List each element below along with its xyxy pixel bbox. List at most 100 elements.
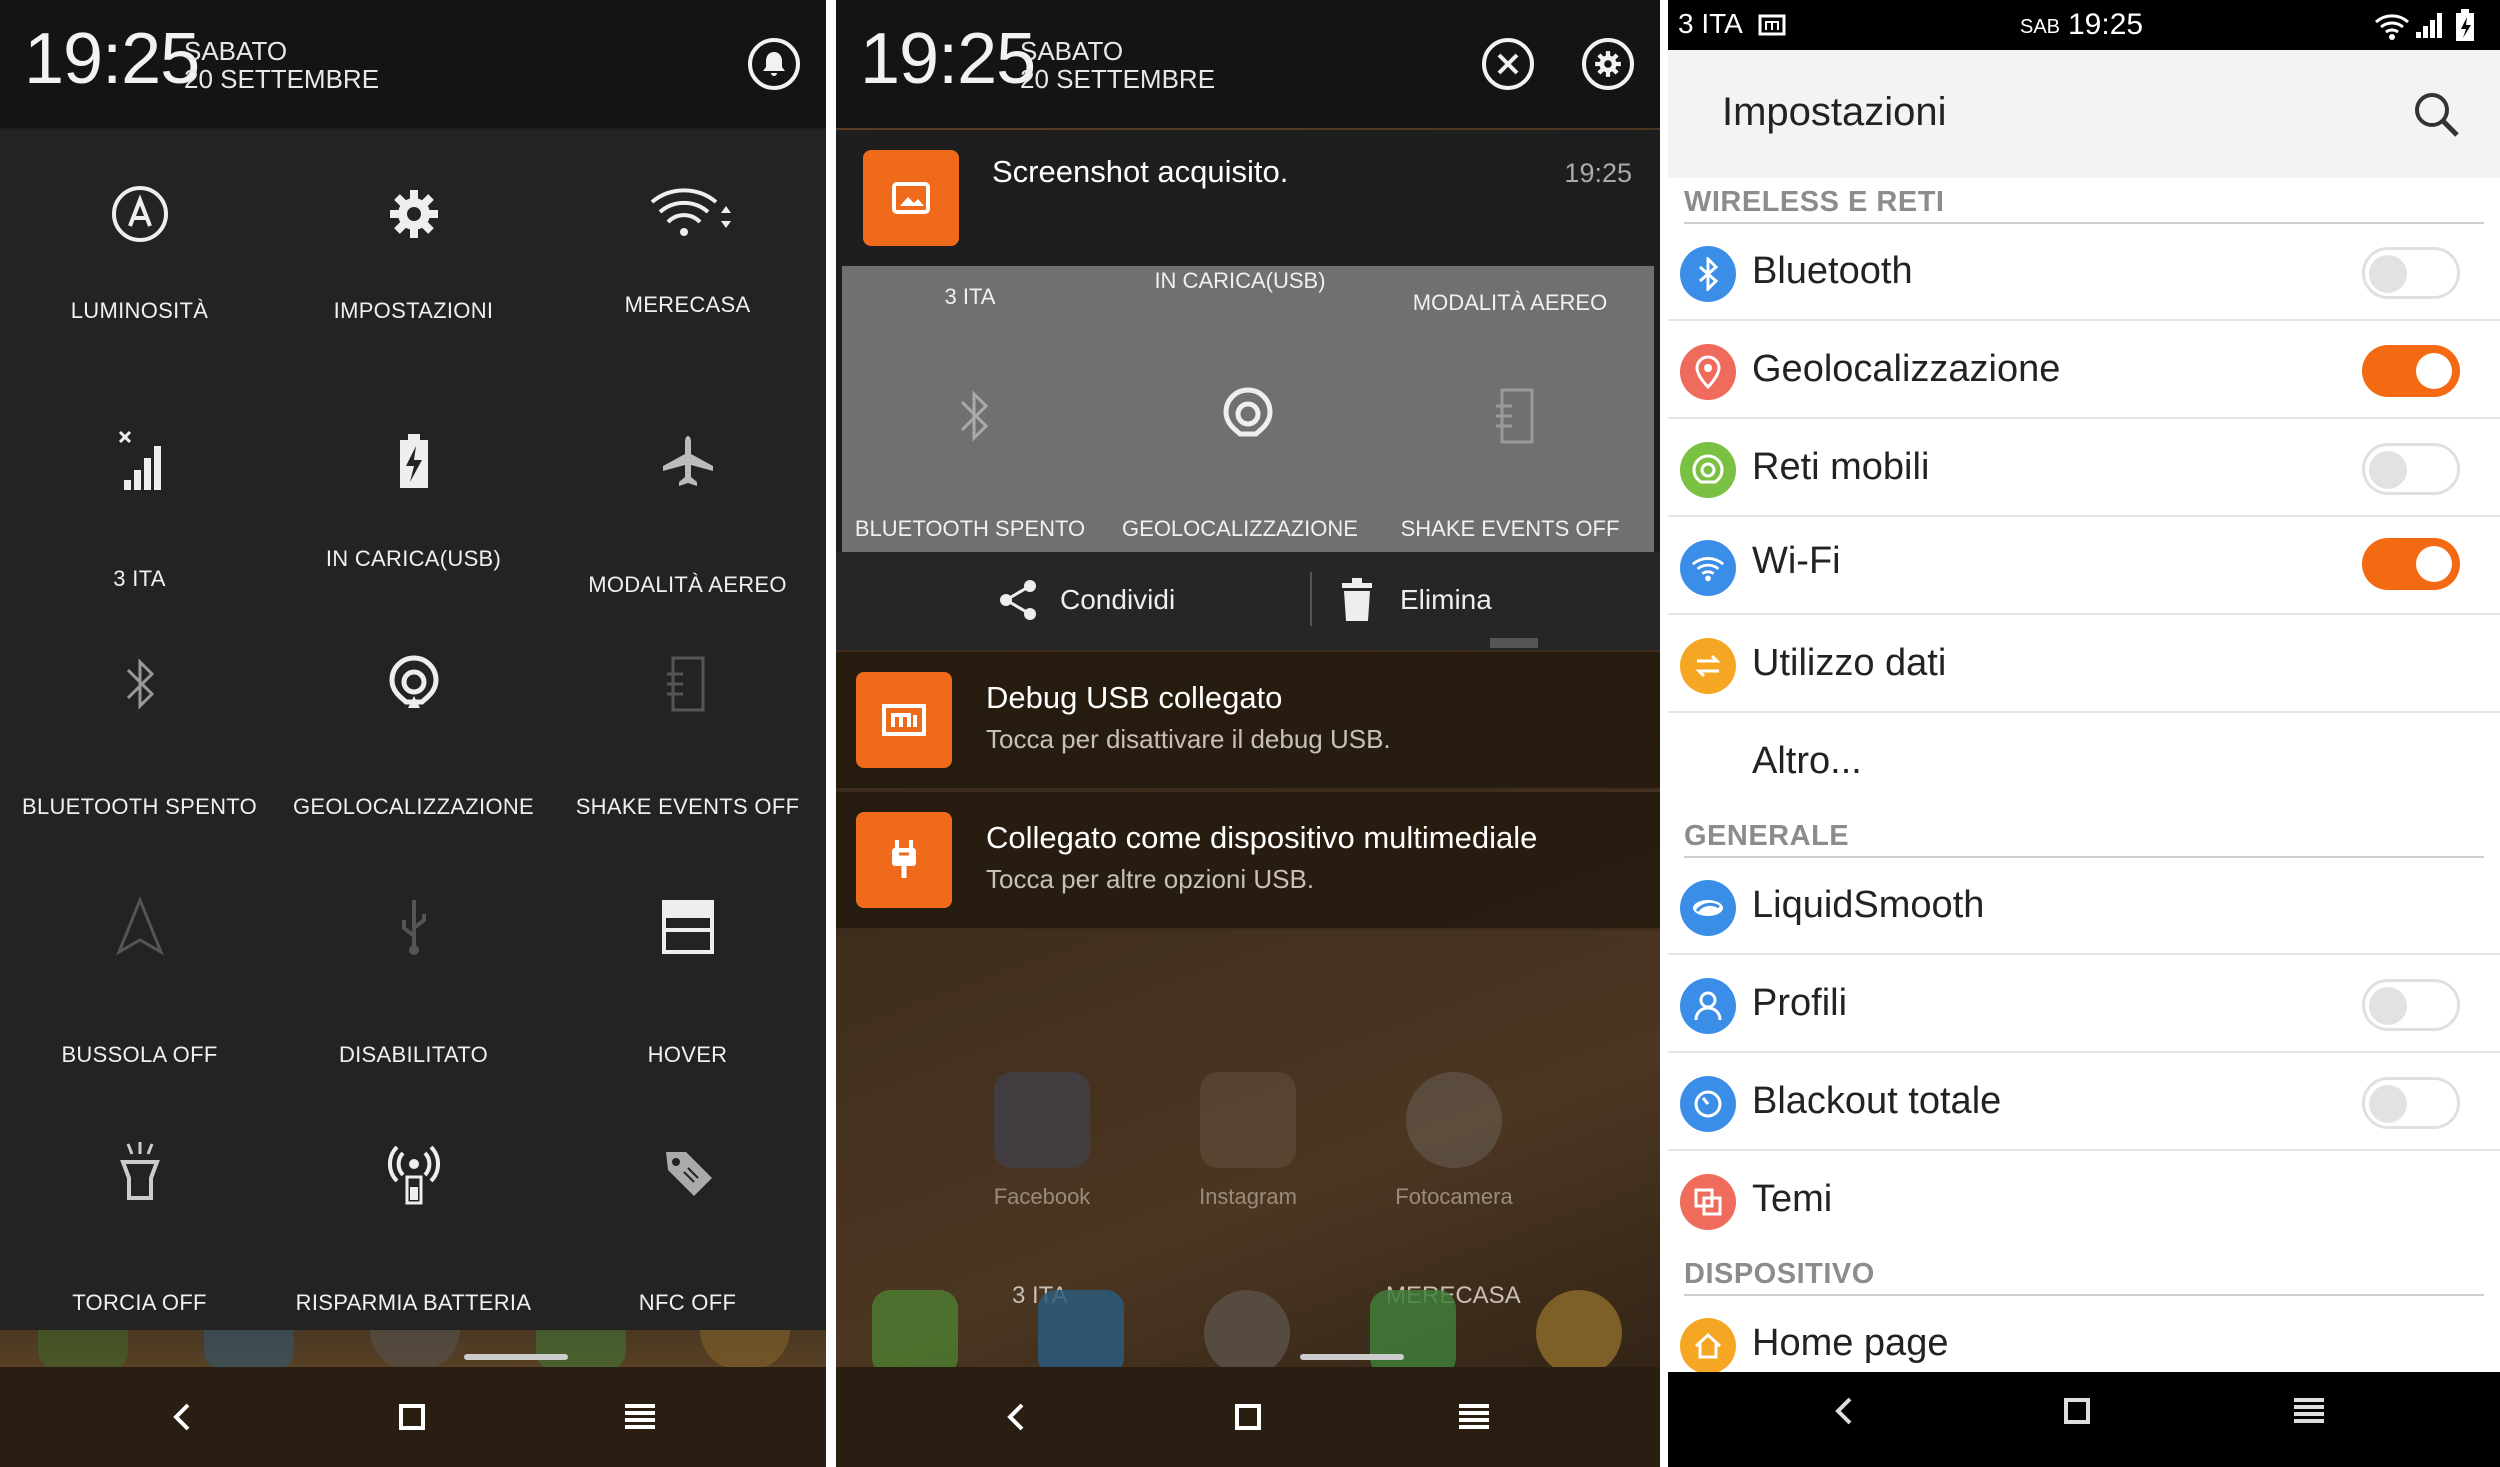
location-icon [1223, 387, 1273, 437]
expand-handle[interactable] [1490, 638, 1538, 648]
home-button[interactable] [388, 1393, 436, 1441]
airplane-icon [662, 436, 713, 486]
notifications-toggle-button[interactable] [748, 38, 800, 90]
back-button[interactable] [1832, 1396, 1856, 1431]
menu-lines-icon [2294, 1398, 2324, 1423]
share-button[interactable]: Condividi [996, 572, 1175, 628]
usb-debug-notification[interactable]: Debug USB collegato Tocca per disattivar… [836, 652, 1660, 790]
back-button[interactable] [158, 1393, 206, 1441]
mobile-networks-toggle[interactable] [2362, 443, 2460, 495]
recents-button[interactable] [616, 1393, 664, 1441]
whatsapp-app-icon[interactable] [536, 1330, 626, 1370]
gear-icon [389, 190, 438, 238]
search-icon[interactable] [2412, 90, 2462, 140]
location-pin-icon [1680, 344, 1736, 400]
recents-button[interactable] [2292, 1396, 2326, 1431]
clock: 19:25 [860, 19, 1036, 99]
drag-handle[interactable] [1300, 1354, 1404, 1360]
toggle-airplane[interactable]: MODALITÀ AEREO [550, 378, 825, 620]
settings-row-profiles[interactable]: Profili [1668, 956, 2500, 1053]
phone-app-icon[interactable] [872, 1290, 958, 1376]
settings-row-mobile-networks[interactable]: Reti mobili [1668, 420, 2500, 517]
toggle-usb-debug[interactable]: DISABILITATO [276, 874, 551, 1116]
blackout-icon [1680, 1076, 1736, 1132]
settings-row-wifi[interactable]: Wi-Fi [1668, 518, 2500, 615]
toggle-grid: LUMINOSITÀ IMPOSTAZIONI MERECASA 3 ITA I… [0, 130, 826, 1330]
toggle-flashlight[interactable]: TORCIA OFF [2, 1122, 277, 1364]
toggle-bluetooth[interactable]: BLUETOOTH SPENTO [2, 626, 277, 868]
location-icon [388, 655, 439, 708]
back-icon [173, 1403, 190, 1431]
home-icon [1680, 1318, 1736, 1374]
wifi-icon [650, 188, 731, 236]
navigation-bar [0, 1367, 826, 1467]
toggle-battery-saver[interactable]: RISPARMIA BATTERIA [276, 1122, 551, 1364]
settings-row-bluetooth[interactable]: Bluetooth [1668, 224, 2500, 321]
usb-plug-icon [856, 812, 952, 908]
recents-button[interactable] [1450, 1393, 1498, 1441]
toggle-settings[interactable]: IMPOSTAZIONI [276, 130, 551, 372]
camera-app-icon[interactable] [1406, 1072, 1502, 1168]
chrome-app-icon[interactable] [700, 1330, 790, 1370]
drag-handle[interactable] [464, 1354, 568, 1360]
toggle-brightness[interactable]: LUMINOSITÀ [2, 130, 277, 372]
home-button[interactable] [2062, 1396, 2092, 1431]
battery-charging-icon [2456, 9, 2474, 41]
usb-media-notification[interactable]: Collegato come dispositivo multimediale … [836, 792, 1660, 930]
toggle-wifi[interactable]: MERECASA [550, 130, 825, 372]
location-toggle[interactable] [2362, 345, 2460, 397]
back-icon [1007, 1403, 1024, 1431]
contacts-app-icon[interactable] [1038, 1290, 1124, 1376]
facebook-app-icon[interactable] [994, 1072, 1090, 1168]
settings-screen: 3 ITA SAB 19:25 Impostazioni WIRELESS E … [1668, 0, 2500, 1467]
settings-row-more[interactable]: Altro... [1668, 714, 2500, 811]
share-icon [1000, 580, 1036, 620]
back-button[interactable] [992, 1393, 1040, 1441]
delete-button[interactable]: Elimina [1340, 572, 1492, 628]
quick-settings-panel: 19:25 SABATO 20 SETTEMBRE LUMINOSITÀ IMP… [0, 0, 826, 1467]
toggle-charging[interactable]: IN CARICA(USB) [276, 378, 551, 620]
toggle-shake-events[interactable]: SHAKE EVENTS OFF [550, 626, 825, 868]
settings-row-liquidsmooth[interactable]: LiquidSmooth [1668, 858, 2500, 955]
bluetooth-toggle[interactable] [2362, 247, 2460, 299]
settings-row-data-usage[interactable]: Utilizzo dati [1668, 616, 2500, 713]
phone-app-icon[interactable] [38, 1330, 128, 1370]
instagram-app-icon[interactable] [1200, 1072, 1296, 1168]
navigation-bar [836, 1367, 1660, 1467]
themes-icon [1680, 1174, 1736, 1230]
whatsapp-app-icon[interactable] [1370, 1290, 1456, 1376]
mobile-network-icon [1680, 442, 1736, 498]
toggle-nfc[interactable]: NFC OFF [550, 1122, 825, 1364]
wifi-toggle[interactable] [2362, 538, 2460, 590]
blackout-toggle[interactable] [2362, 1077, 2460, 1129]
chrome-app-icon[interactable] [1536, 1290, 1622, 1376]
settings-row-blackout[interactable]: Blackout totale [1668, 1054, 2500, 1151]
status-time: 19:25 [2068, 8, 2144, 41]
settings-row-location[interactable]: Geolocalizzazione [1668, 322, 2500, 419]
app-drawer-icon[interactable] [1204, 1290, 1290, 1376]
section-device: DISPOSITIVO [1684, 1258, 1875, 1290]
toggle-mobile-signal[interactable]: 3 ITA [2, 378, 277, 620]
screenshot-notification[interactable]: Screenshot acquisito. 19:25 3 ITA IN CAR… [836, 130, 1660, 650]
toggle-hover[interactable]: HOVER [550, 874, 825, 1116]
settings-button[interactable] [1582, 38, 1634, 90]
settings-row-themes[interactable]: Temi [1668, 1152, 2500, 1249]
signal-icon [2416, 13, 2442, 38]
bluetooth-icon [1680, 246, 1736, 302]
menu-lines-icon [1459, 1404, 1489, 1429]
toggle-compass[interactable]: BUSSOLA OFF [2, 874, 277, 1116]
nfc-icon [665, 1152, 712, 1196]
compass-icon [115, 896, 164, 956]
status-day: SAB [2020, 16, 2061, 38]
clear-all-button[interactable] [1482, 38, 1534, 90]
divider [1660, 0, 1668, 1467]
battery-charging-icon [399, 434, 428, 488]
toggle-location[interactable]: GEOLOCALIZZAZIONE [276, 626, 551, 868]
shake-icon [1496, 388, 1534, 444]
home-button[interactable] [1224, 1393, 1272, 1441]
liquidsmooth-icon [1680, 880, 1736, 936]
contacts-app-icon[interactable] [204, 1330, 294, 1370]
app-drawer-icon[interactable] [370, 1330, 460, 1370]
notification-header: 19:25 SABATO 20 SETTEMBRE [836, 0, 1660, 128]
profiles-toggle[interactable] [2362, 979, 2460, 1031]
